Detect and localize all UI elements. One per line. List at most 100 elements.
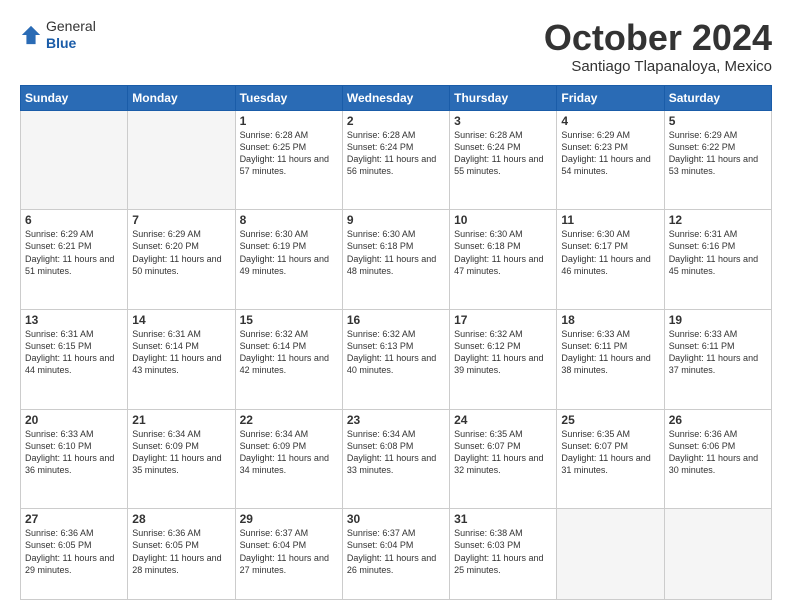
calendar-cell: 1Sunrise: 6:28 AM Sunset: 6:25 PM Daylig… <box>235 110 342 210</box>
calendar-cell: 5Sunrise: 6:29 AM Sunset: 6:22 PM Daylig… <box>664 110 771 210</box>
calendar-cell: 14Sunrise: 6:31 AM Sunset: 6:14 PM Dayli… <box>128 309 235 409</box>
day-number: 29 <box>240 512 338 526</box>
calendar-cell: 30Sunrise: 6:37 AM Sunset: 6:04 PM Dayli… <box>342 509 449 600</box>
weekday-header-friday: Friday <box>557 85 664 110</box>
calendar-cell: 25Sunrise: 6:35 AM Sunset: 6:07 PM Dayli… <box>557 409 664 509</box>
cell-info: Sunrise: 6:29 AM Sunset: 6:20 PM Dayligh… <box>132 228 230 277</box>
calendar-week-row: 27 Sunrise: 6:36 AM Sunset: 6:05 PM Dayli… <box>21 509 772 600</box>
calendar-header-row: SundayMondayTuesdayWednesdayThursdayFrid… <box>21 85 772 110</box>
weekday-header-monday: Monday <box>128 85 235 110</box>
weekday-header-tuesday: Tuesday <box>235 85 342 110</box>
cell-info: Sunrise: 6:34 AM Sunset: 6:08 PM Dayligh… <box>347 428 445 477</box>
weekday-header-wednesday: Wednesday <box>342 85 449 110</box>
calendar-cell: 29Sunrise: 6:37 AM Sunset: 6:04 PM Dayli… <box>235 509 342 600</box>
logo-general: General <box>46 18 96 35</box>
day-number: 8 <box>240 213 338 227</box>
cell-info: Sunrise: 6:32 AM Sunset: 6:14 PM Dayligh… <box>240 328 338 377</box>
calendar-cell: 27Sunrise: 6:36 AM Sunset: 6:05 PM Dayli… <box>21 509 128 600</box>
day-number: 1 <box>240 114 338 128</box>
cell-info: Sunrise: 6:30 AM Sunset: 6:18 PM Dayligh… <box>347 228 445 277</box>
header: General Blue October 2024 Santiago Tlapa… <box>20 18 772 75</box>
cell-info: Sunrise: 6:31 AM Sunset: 6:15 PM Dayligh… <box>25 328 123 377</box>
weekday-header-sunday: Sunday <box>21 85 128 110</box>
calendar-cell: 26Sunrise: 6:36 AM Sunset: 6:06 PM Dayli… <box>664 409 771 509</box>
day-number: 19 <box>669 313 767 327</box>
cell-info: Sunrise: 6:29 AM Sunset: 6:23 PM Dayligh… <box>561 129 659 178</box>
day-number: 22 <box>240 413 338 427</box>
cell-info: Sunrise: 6:37 AM Sunset: 6:04 PM Dayligh… <box>240 527 338 576</box>
day-number: 12 <box>669 213 767 227</box>
day-number: 5 <box>669 114 767 128</box>
calendar-week-row: 1Sunrise: 6:28 AM Sunset: 6:25 PM Daylig… <box>21 110 772 210</box>
calendar-week-row: 6Sunrise: 6:29 AM Sunset: 6:21 PM Daylig… <box>21 210 772 310</box>
calendar-cell: 19Sunrise: 6:33 AM Sunset: 6:11 PM Dayli… <box>664 309 771 409</box>
cell-info: Sunrise: 6:33 AM Sunset: 6:10 PM Dayligh… <box>25 428 123 477</box>
cell-info: Sunrise: 6:33 AM Sunset: 6:11 PM Dayligh… <box>561 328 659 377</box>
logo-icon <box>20 24 42 46</box>
day-number: 28 <box>132 512 230 526</box>
location-subtitle: Santiago Tlapanaloya, Mexico <box>544 58 772 75</box>
day-number: 21 <box>132 413 230 427</box>
calendar-cell <box>664 509 771 600</box>
cell-info: Sunrise: 6:28 AM Sunset: 6:25 PM Dayligh… <box>240 129 338 178</box>
cell-info: Sunrise: 6:32 AM Sunset: 6:13 PM Dayligh… <box>347 328 445 377</box>
day-number: 24 <box>454 413 552 427</box>
calendar-cell <box>128 110 235 210</box>
calendar-cell: 21Sunrise: 6:34 AM Sunset: 6:09 PM Dayli… <box>128 409 235 509</box>
calendar-cell: 15Sunrise: 6:32 AM Sunset: 6:14 PM Dayli… <box>235 309 342 409</box>
calendar-week-row: 20Sunrise: 6:33 AM Sunset: 6:10 PM Dayli… <box>21 409 772 509</box>
calendar-week-row: 13Sunrise: 6:31 AM Sunset: 6:15 PM Dayli… <box>21 309 772 409</box>
day-number: 20 <box>25 413 123 427</box>
calendar-cell: 18Sunrise: 6:33 AM Sunset: 6:11 PM Dayli… <box>557 309 664 409</box>
day-number: 27 <box>25 512 123 526</box>
calendar-cell: 4Sunrise: 6:29 AM Sunset: 6:23 PM Daylig… <box>557 110 664 210</box>
calendar-cell: 11Sunrise: 6:30 AM Sunset: 6:17 PM Dayli… <box>557 210 664 310</box>
calendar-cell: 3Sunrise: 6:28 AM Sunset: 6:24 PM Daylig… <box>450 110 557 210</box>
cell-info: Sunrise: 6:34 AM Sunset: 6:09 PM Dayligh… <box>132 428 230 477</box>
day-number: 25 <box>561 413 659 427</box>
logo-text: General Blue <box>46 18 96 52</box>
calendar-cell <box>21 110 128 210</box>
day-number: 11 <box>561 213 659 227</box>
cell-info: Sunrise: 6:32 AM Sunset: 6:12 PM Dayligh… <box>454 328 552 377</box>
calendar-cell: 16Sunrise: 6:32 AM Sunset: 6:13 PM Dayli… <box>342 309 449 409</box>
day-number: 26 <box>669 413 767 427</box>
cell-info: Sunrise: 6:36 AM Sunset: 6:06 PM Dayligh… <box>669 428 767 477</box>
day-number: 13 <box>25 313 123 327</box>
cell-info: Sunrise: 6:38 AM Sunset: 6:03 PM Dayligh… <box>454 527 552 576</box>
calendar-cell: 31Sunrise: 6:38 AM Sunset: 6:03 PM Dayli… <box>450 509 557 600</box>
calendar-cell: 28Sunrise: 6:36 AM Sunset: 6:05 PM Dayli… <box>128 509 235 600</box>
cell-info: Sunrise: 6:33 AM Sunset: 6:11 PM Dayligh… <box>669 328 767 377</box>
cell-info: Sunrise: 6:37 AM Sunset: 6:04 PM Dayligh… <box>347 527 445 576</box>
cell-info: Sunrise: 6:28 AM Sunset: 6:24 PM Dayligh… <box>347 129 445 178</box>
cell-info: Sunrise: 6:36 AM Sunset: 6:05 PM Dayligh… <box>132 527 230 576</box>
calendar-cell: 22Sunrise: 6:34 AM Sunset: 6:09 PM Dayli… <box>235 409 342 509</box>
day-number: 3 <box>454 114 552 128</box>
month-title: October 2024 <box>544 18 772 58</box>
day-number: 16 <box>347 313 445 327</box>
day-number: 31 <box>454 512 552 526</box>
day-number: 14 <box>132 313 230 327</box>
weekday-header-saturday: Saturday <box>664 85 771 110</box>
day-number: 2 <box>347 114 445 128</box>
cell-info: Sunrise: 6:34 AM Sunset: 6:09 PM Dayligh… <box>240 428 338 477</box>
calendar-cell: 9Sunrise: 6:30 AM Sunset: 6:18 PM Daylig… <box>342 210 449 310</box>
calendar-cell: 13Sunrise: 6:31 AM Sunset: 6:15 PM Dayli… <box>21 309 128 409</box>
calendar-cell: 20Sunrise: 6:33 AM Sunset: 6:10 PM Dayli… <box>21 409 128 509</box>
cell-info: Sunrise: 6:30 AM Sunset: 6:19 PM Dayligh… <box>240 228 338 277</box>
calendar-cell <box>557 509 664 600</box>
weekday-header-thursday: Thursday <box>450 85 557 110</box>
cell-info: Sunrise: 6:35 AM Sunset: 6:07 PM Dayligh… <box>561 428 659 477</box>
calendar-cell: 24Sunrise: 6:35 AM Sunset: 6:07 PM Dayli… <box>450 409 557 509</box>
day-number: 30 <box>347 512 445 526</box>
cell-info: Sunrise: 6:30 AM Sunset: 6:18 PM Dayligh… <box>454 228 552 277</box>
logo-blue: Blue <box>46 35 96 52</box>
cell-info: Sunrise: 6:29 AM Sunset: 6:22 PM Dayligh… <box>669 129 767 178</box>
day-number: 6 <box>25 213 123 227</box>
day-number: 9 <box>347 213 445 227</box>
day-number: 17 <box>454 313 552 327</box>
calendar-cell: 7Sunrise: 6:29 AM Sunset: 6:20 PM Daylig… <box>128 210 235 310</box>
calendar-cell: 8Sunrise: 6:30 AM Sunset: 6:19 PM Daylig… <box>235 210 342 310</box>
day-number: 23 <box>347 413 445 427</box>
cell-info: Sunrise: 6:28 AM Sunset: 6:24 PM Dayligh… <box>454 129 552 178</box>
